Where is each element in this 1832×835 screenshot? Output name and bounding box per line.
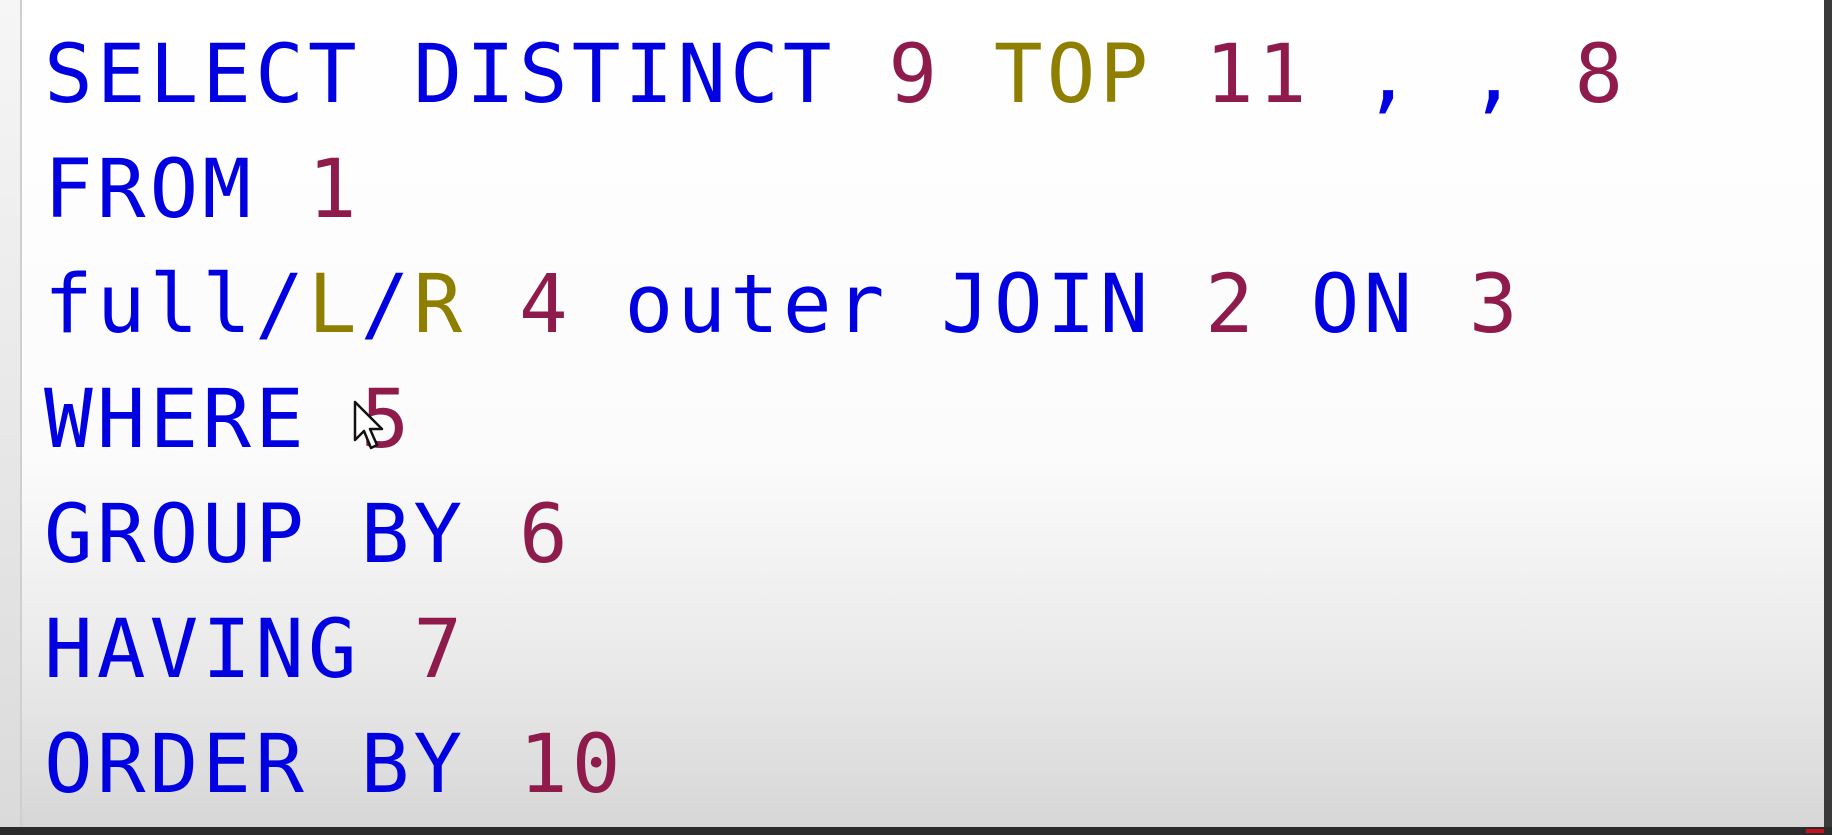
code-line[interactable]: full/L/R 4 outer JOIN 2 ON 3 (44, 248, 1627, 363)
code-token-number: 9 (888, 28, 942, 122)
code-token-alt: L (307, 258, 361, 352)
code-token-alt: R (413, 258, 467, 352)
mouse-pointer-icon (353, 400, 384, 450)
code-token-keyword: SELECT (44, 28, 361, 122)
code-token-keyword: FROM (44, 143, 256, 237)
window-edge-right (1824, 0, 1832, 835)
code-token-number: 1 (307, 143, 361, 237)
editor-gutter (0, 0, 22, 835)
code-line[interactable]: GROUP BY 6 (44, 478, 1627, 593)
progress-marker (1806, 829, 1824, 833)
code-token-alt: TOP (993, 28, 1153, 122)
code-token-keyword: ON (1310, 258, 1417, 352)
code-token-keyword: full/ (44, 258, 308, 352)
code-token-number: 2 (1205, 258, 1258, 352)
code-token-keyword: HAVING (44, 603, 361, 697)
code-token-keyword: BY (360, 488, 467, 582)
code-token-keyword: JOIN (941, 258, 1153, 352)
code-token-keyword: WHERE (44, 373, 308, 467)
window-edge-bottom (0, 827, 1832, 835)
code-line[interactable]: ORDER BY 10 (44, 708, 1627, 823)
code-token-keyword: ORDER (44, 718, 308, 812)
code-token-keyword: outer (624, 258, 889, 352)
code-token-number: 8 (1574, 28, 1628, 122)
code-token-symbol: , (1363, 28, 1417, 122)
code-token-keyword: BY (360, 718, 467, 812)
code-area[interactable]: SELECT DISTINCT 9 TOP 11 , , 8 FROM 1 full… (44, 18, 1627, 823)
sql-editor[interactable]: SELECT DISTINCT 9 TOP 11 , , 8 FROM 1 full… (0, 0, 1832, 835)
code-line[interactable]: SELECT DISTINCT 9 TOP 11 , , 8 (44, 18, 1627, 133)
code-token-number: 4 (518, 258, 572, 352)
code-token-keyword: GROUP (44, 488, 308, 582)
code-token-number: 3 (1468, 258, 1522, 352)
code-token-number: 11 (1204, 28, 1311, 122)
code-line[interactable]: FROM 1 (44, 133, 1627, 248)
code-line[interactable]: HAVING 7 (44, 593, 1627, 708)
code-token-keyword: DISTINCT (413, 28, 836, 122)
code-token-number: 7 (413, 603, 467, 697)
code-token-keyword: / (360, 258, 414, 352)
code-token-symbol: , (1468, 28, 1522, 122)
code-line[interactable]: WHERE 5 (44, 363, 1627, 478)
code-token-number: 6 (518, 488, 572, 582)
code-token-number: 10 (518, 718, 625, 812)
